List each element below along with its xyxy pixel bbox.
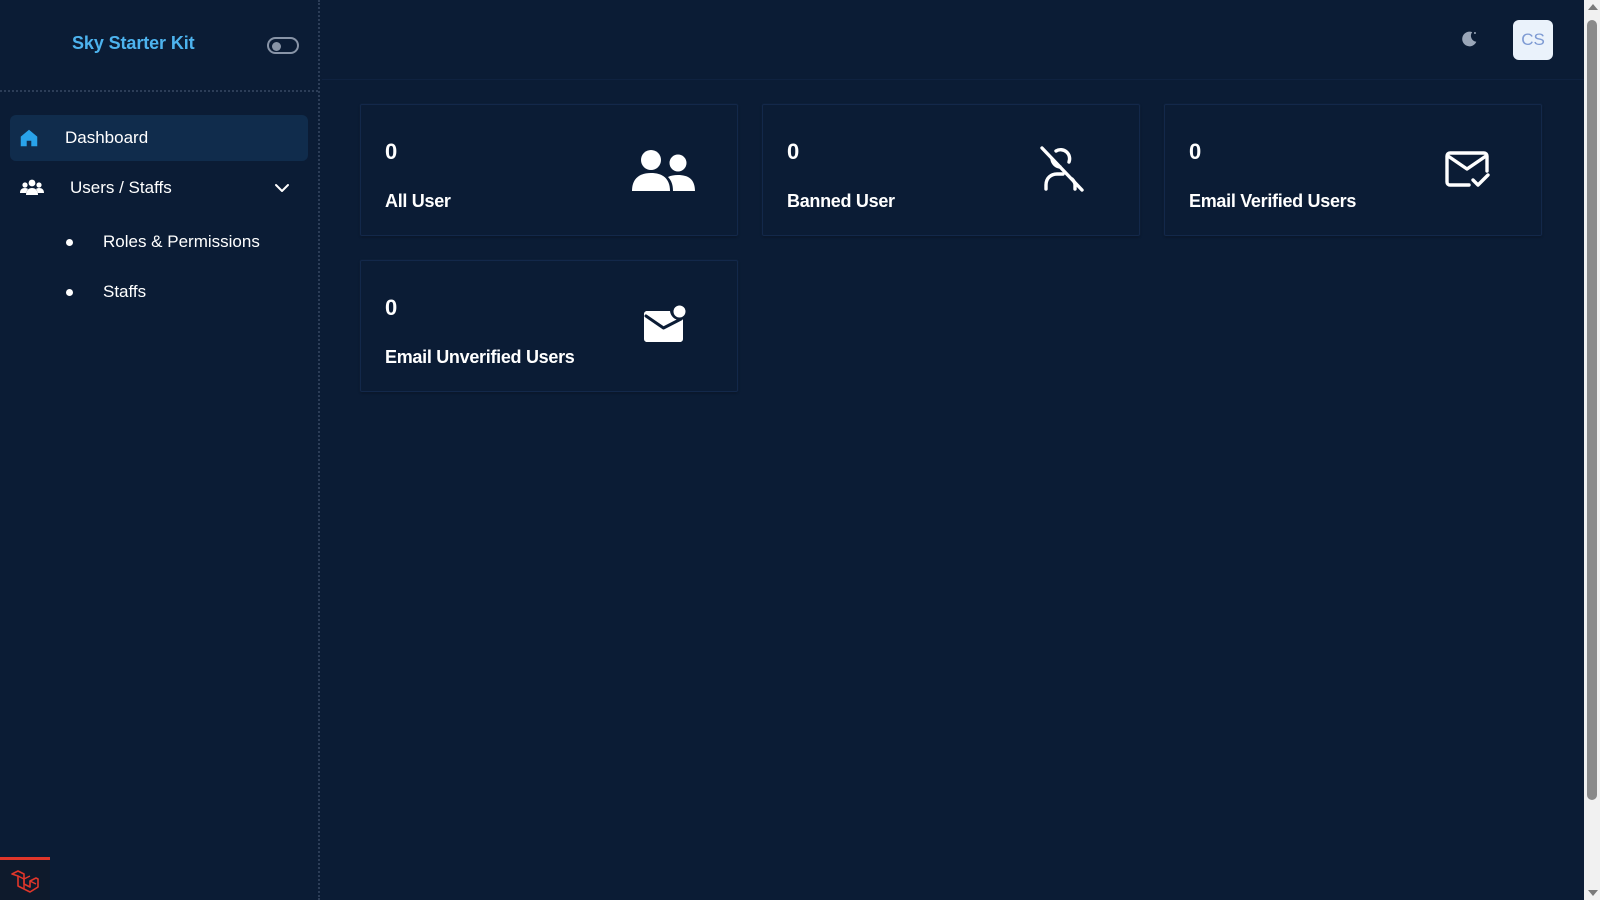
sidebar-item-label: Dashboard: [65, 128, 149, 147]
brand-title[interactable]: Sky Starter Kit: [72, 33, 195, 54]
sidebar-subitem-roles-permissions[interactable]: Roles & Permissions: [62, 222, 308, 262]
users-group-icon: [631, 147, 697, 198]
sidebar-item-dashboard[interactable]: Dashboard: [10, 115, 308, 161]
mail-check-icon: [1445, 151, 1491, 194]
sidebar-item-label: Users / Staffs: [70, 178, 172, 197]
stat-count: 0: [385, 139, 398, 164]
sidebar-item-users-staffs[interactable]: Users / Staffs: [10, 165, 308, 211]
brand-row: Sky Starter Kit: [0, 0, 318, 92]
sidebar-subitem-label: Staffs: [103, 282, 147, 301]
mail-notification-icon: [641, 305, 687, 350]
user-avatar[interactable]: CS: [1513, 20, 1553, 60]
stat-title: Banned User: [787, 191, 895, 211]
user-off-icon: [1039, 145, 1085, 198]
bullet-icon: [66, 239, 73, 246]
users-icon: [20, 178, 44, 198]
stat-count: 0: [1189, 139, 1202, 164]
stat-title: All User: [385, 191, 451, 211]
chevron-down-icon[interactable]: [274, 181, 290, 193]
laravel-debug-badge[interactable]: [0, 857, 50, 900]
stat-card-email-unverified: 0 Email Unverified Users: [360, 260, 738, 392]
scroll-up-arrow-icon[interactable]: [1588, 4, 1598, 10]
app-root: Sky Starter Kit Dashboard Users / Staffs…: [0, 0, 1600, 900]
stat-title: Email Verified Users: [1189, 191, 1357, 211]
toggle-knob: [272, 41, 281, 51]
home-icon: [18, 127, 40, 149]
stat-count: 0: [787, 139, 800, 164]
theme-toggle-button[interactable]: [1458, 28, 1480, 50]
sidebar: Sky Starter Kit Dashboard Users / Staffs…: [0, 0, 320, 900]
scroll-down-arrow-icon[interactable]: [1588, 890, 1598, 896]
bullet-icon: [66, 289, 73, 296]
scrollbar-thumb[interactable]: [1587, 20, 1597, 800]
stat-card-banned-users: 0 Banned User: [762, 104, 1140, 236]
sidebar-subitem-label: Roles & Permissions: [103, 232, 260, 251]
sidebar-subitem-staffs[interactable]: Staffs: [62, 272, 308, 312]
stat-count: 0: [385, 295, 398, 320]
stat-card-all-users: 0 All User: [360, 104, 738, 236]
sidebar-collapse-toggle[interactable]: [267, 37, 299, 54]
topbar: [322, 0, 1584, 80]
stat-card-email-verified: 0 Email Verified Users: [1164, 104, 1542, 236]
moon-icon: [1462, 31, 1477, 47]
stat-title: Email Unverified Users: [385, 347, 575, 367]
laravel-logo-icon: [11, 870, 39, 893]
page-scrollbar[interactable]: [1584, 0, 1600, 900]
